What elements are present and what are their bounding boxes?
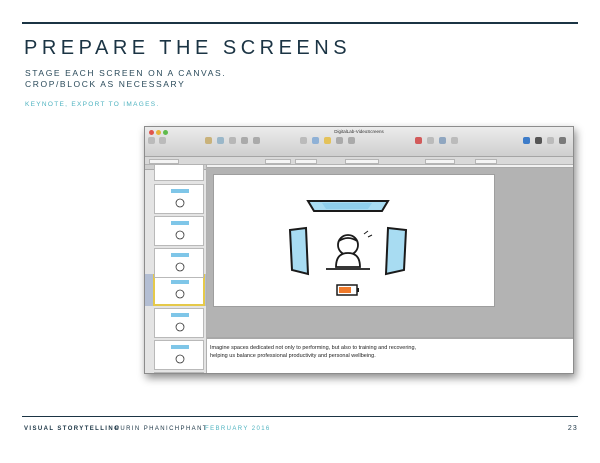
format-field <box>425 158 455 164</box>
page-title: PREPARE THE SCREENS <box>24 37 352 59</box>
top-screen-shade <box>322 203 372 209</box>
format-field <box>265 158 291 164</box>
notes-line-2: helping us balance professional producti… <box>210 353 376 359</box>
toolbar-icon <box>217 137 224 144</box>
top-rule <box>22 22 578 24</box>
thumbnail-drawing <box>171 313 189 332</box>
toolbar-icon <box>336 137 343 144</box>
presenter-notes-text: Imagine spaces dedicated not only to per… <box>210 344 510 360</box>
page-number: 23 <box>567 425 578 432</box>
slide-thumbnail <box>154 216 204 246</box>
window-titlebar: DigitalLab-VideoScreens <box>145 127 573 157</box>
slide-thumbnail <box>154 340 204 370</box>
bottom-rule <box>22 416 578 417</box>
thumbnail-drawing <box>171 221 189 240</box>
toolbar-icon <box>348 137 355 144</box>
format-bar <box>145 157 573 165</box>
slide-navigator <box>145 165 207 373</box>
sound-marks <box>363 230 373 238</box>
toolbar-icon <box>547 137 554 144</box>
left-screen <box>288 226 310 276</box>
toolbar-icon <box>241 137 248 144</box>
toolbar-icon <box>535 137 542 144</box>
subtitle: STAGE EACH SCREEN ON A CANVAS. CROP/BLOC… <box>25 68 226 90</box>
battery-level <box>339 287 351 293</box>
slide-thumbnail <box>154 308 204 338</box>
format-field <box>295 158 317 164</box>
ruler <box>207 165 573 168</box>
screens-sketch <box>288 200 408 296</box>
thumbnail-drawing <box>171 280 189 299</box>
presenter-notes: Imagine spaces dedicated not only to per… <box>207 337 573 373</box>
footer-section: VISUAL STORYTELLING <box>24 426 121 432</box>
right-screen <box>384 226 408 276</box>
toolbar-icon <box>229 137 236 144</box>
subtitle-line-2: CROP/BLOCK AS NECESSARY <box>25 79 186 89</box>
toolbar-icon <box>148 137 155 144</box>
toolbar-icon <box>159 137 166 144</box>
toolbar-icon <box>451 137 458 144</box>
toolbar-icon <box>415 137 422 144</box>
window-title: DigitalLab-VideoScreens <box>334 129 384 134</box>
notes-line-1: Imagine spaces dedicated not only to per… <box>210 345 417 351</box>
footer-date: FEBRUARY 2016 <box>205 426 271 432</box>
slide-thumbnail <box>154 165 204 181</box>
format-field <box>149 158 179 164</box>
toolbar-icon <box>205 137 212 144</box>
toolbar-icon <box>523 137 530 144</box>
keynote-screenshot: DigitalLab-VideoScreens Imagine spaces d… <box>144 126 574 374</box>
subtitle-line-1: STAGE EACH SCREEN ON A CANVAS. <box>25 68 227 78</box>
thumbnail-drawing <box>171 345 189 364</box>
format-field <box>475 158 497 164</box>
slide-canvas <box>213 174 495 307</box>
toolbar-icon <box>312 137 319 144</box>
footer-author: PURIN PHANICHPHANT <box>115 426 208 432</box>
note: KEYNOTE, EXPORT TO IMAGES. <box>25 101 160 108</box>
person-body <box>335 252 361 268</box>
format-field <box>345 158 379 164</box>
toolbar-icon <box>300 137 307 144</box>
thumbnail-drawing <box>171 189 189 208</box>
slide-thumbnail <box>154 184 204 214</box>
slide-thumbnail <box>154 372 204 373</box>
slide-canvas-area <box>207 165 573 337</box>
thumbnail-drawing <box>171 253 189 272</box>
battery-tip <box>357 288 359 292</box>
toolbar-icon <box>253 137 260 144</box>
slide-thumbnail <box>154 248 204 278</box>
toolbar-icon <box>427 137 434 144</box>
slide-thumbnail-selected <box>153 274 205 306</box>
toolbar-icon <box>559 137 566 144</box>
toolbar-icon <box>439 137 446 144</box>
toolbar-icon <box>324 137 331 144</box>
